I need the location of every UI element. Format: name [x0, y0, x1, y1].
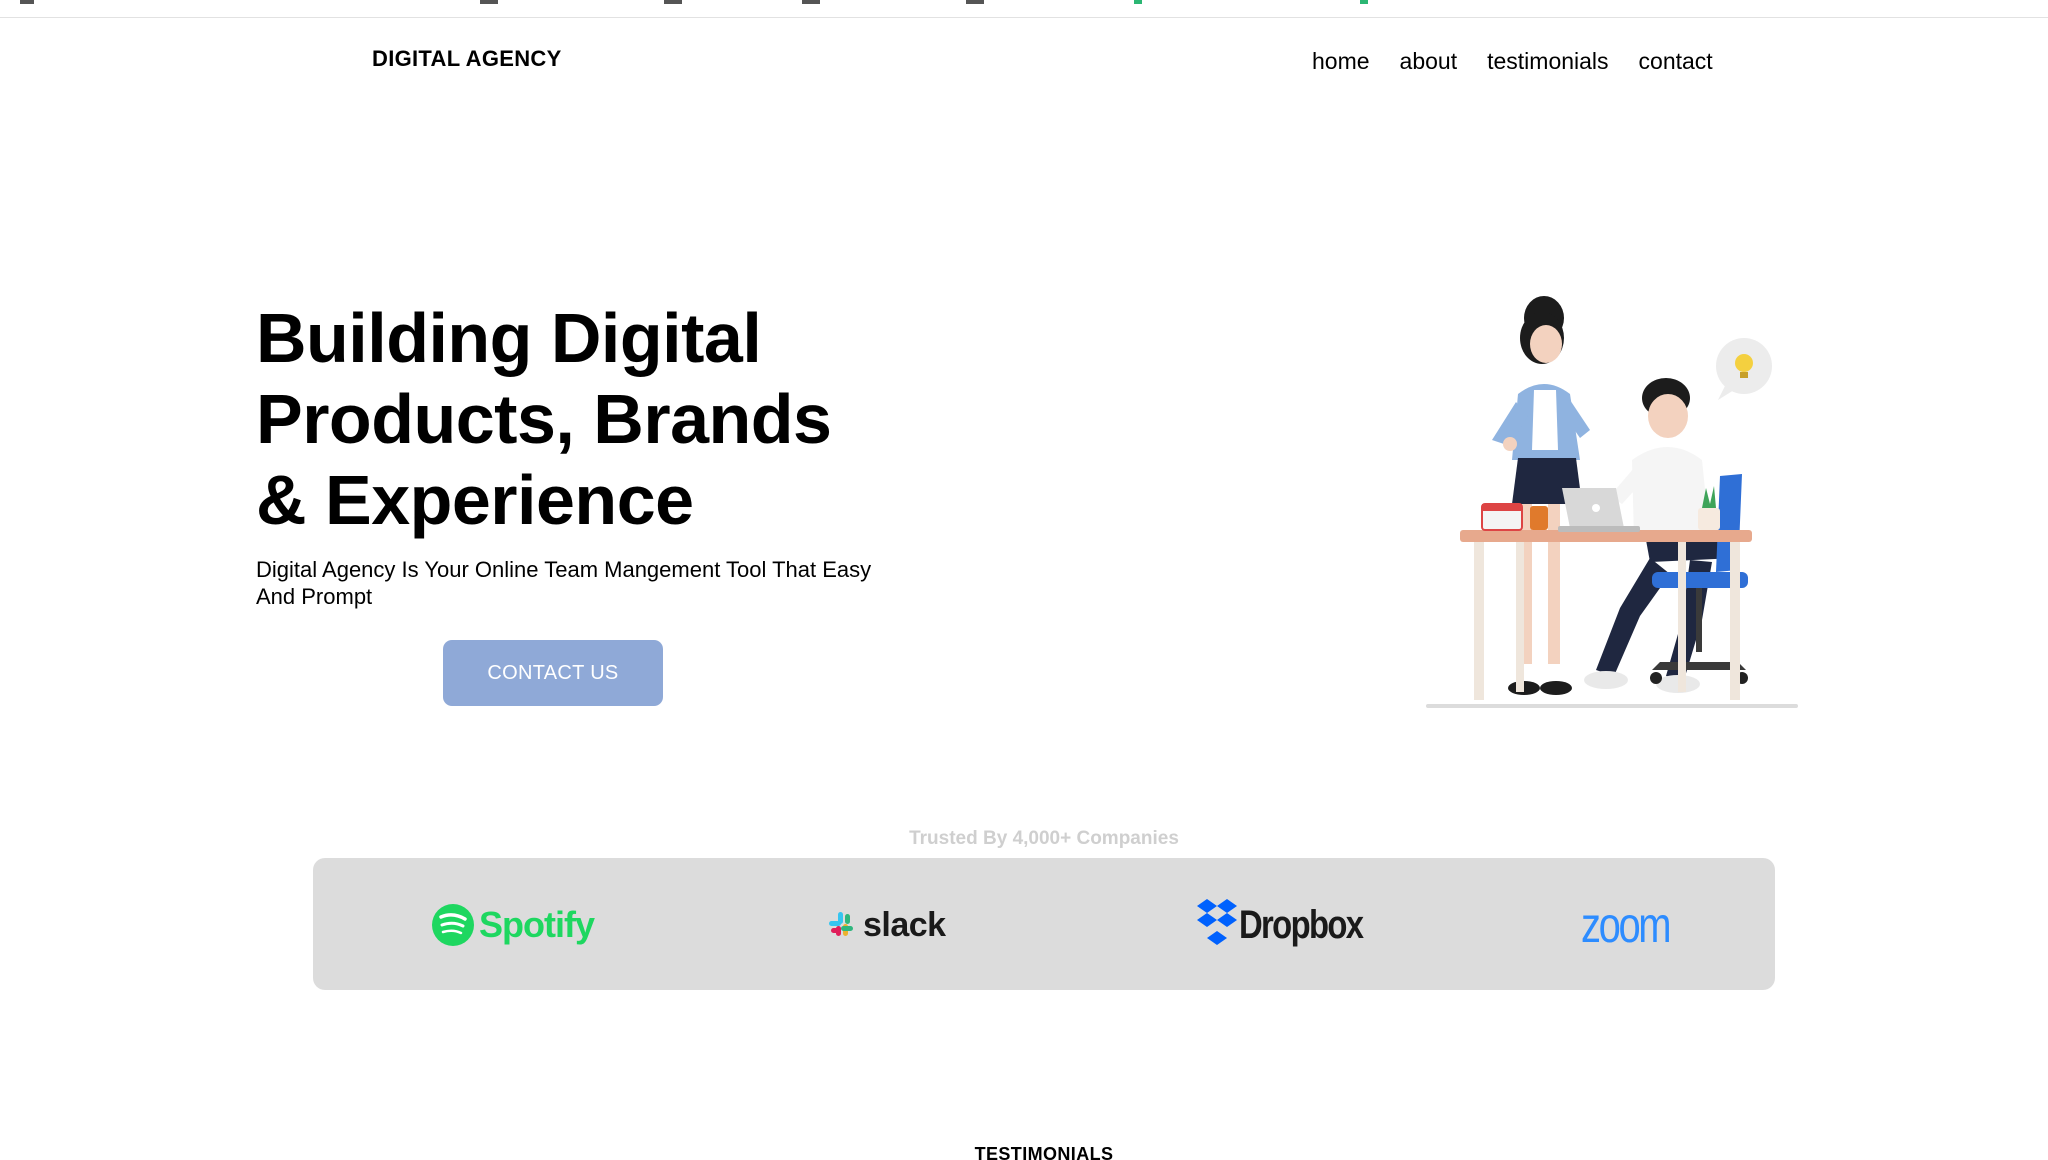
- bookmark-icon[interactable]: [1360, 0, 1368, 4]
- bookmark-icon[interactable]: [480, 0, 498, 4]
- zoom-logo[interactable]: zoom: [1581, 890, 1691, 960]
- nav-about[interactable]: about: [1400, 48, 1458, 75]
- testimonials-section-title: TESTIMONIALS: [974, 1144, 1114, 1160]
- spotify-icon: [432, 904, 474, 946]
- bookmark-icon[interactable]: [664, 0, 682, 4]
- dropbox-logo[interactable]: Dropbox: [1197, 890, 1389, 960]
- slack-wordmark: slack: [863, 905, 946, 944]
- bookmark-icon[interactable]: [966, 0, 984, 4]
- nav-testimonials[interactable]: testimonials: [1487, 48, 1608, 75]
- hero-illustration: [1426, 296, 1798, 708]
- slack-logo[interactable]: slack: [827, 890, 946, 960]
- spotify-logo[interactable]: Spotify: [431, 890, 595, 960]
- nav-contact[interactable]: contact: [1639, 48, 1713, 75]
- hero-title-line: Products, Brands: [256, 380, 832, 458]
- browser-bookmarks-bar: [0, 0, 2048, 18]
- hero-title-line: Building Digital: [256, 299, 762, 377]
- trusted-label: Trusted By 4,000+ Companies: [909, 828, 1179, 849]
- bookmark-icon[interactable]: [1134, 0, 1142, 4]
- main-nav: home about testimonials contact: [1312, 48, 1713, 75]
- dropbox-icon: [1197, 899, 1237, 945]
- hero-subtitle: Digital Agency Is Your Online Team Mange…: [256, 557, 872, 609]
- zoom-wordmark: zoom: [1581, 897, 1672, 953]
- brand-logo[interactable]: DIGITAL AGENCY: [372, 46, 562, 72]
- spotify-wordmark: Spotify: [479, 904, 595, 945]
- hero-title-line: & Experience: [256, 461, 694, 539]
- dropbox-wordmark: Dropbox: [1239, 902, 1364, 947]
- slack-icon: [829, 912, 853, 936]
- bookmark-icon[interactable]: [802, 0, 820, 4]
- nav-home[interactable]: home: [1312, 48, 1370, 75]
- hero-title: Building Digital Products, Brands & Expe…: [256, 298, 896, 541]
- contact-us-button[interactable]: CONTACT US: [443, 640, 663, 706]
- partner-logos-bar: Spotify slack Dropbox zoom: [313, 858, 1775, 990]
- bookmark-icon[interactable]: [20, 0, 34, 4]
- page: DIGITAL AGENCY home about testimonials c…: [0, 0, 2048, 1160]
